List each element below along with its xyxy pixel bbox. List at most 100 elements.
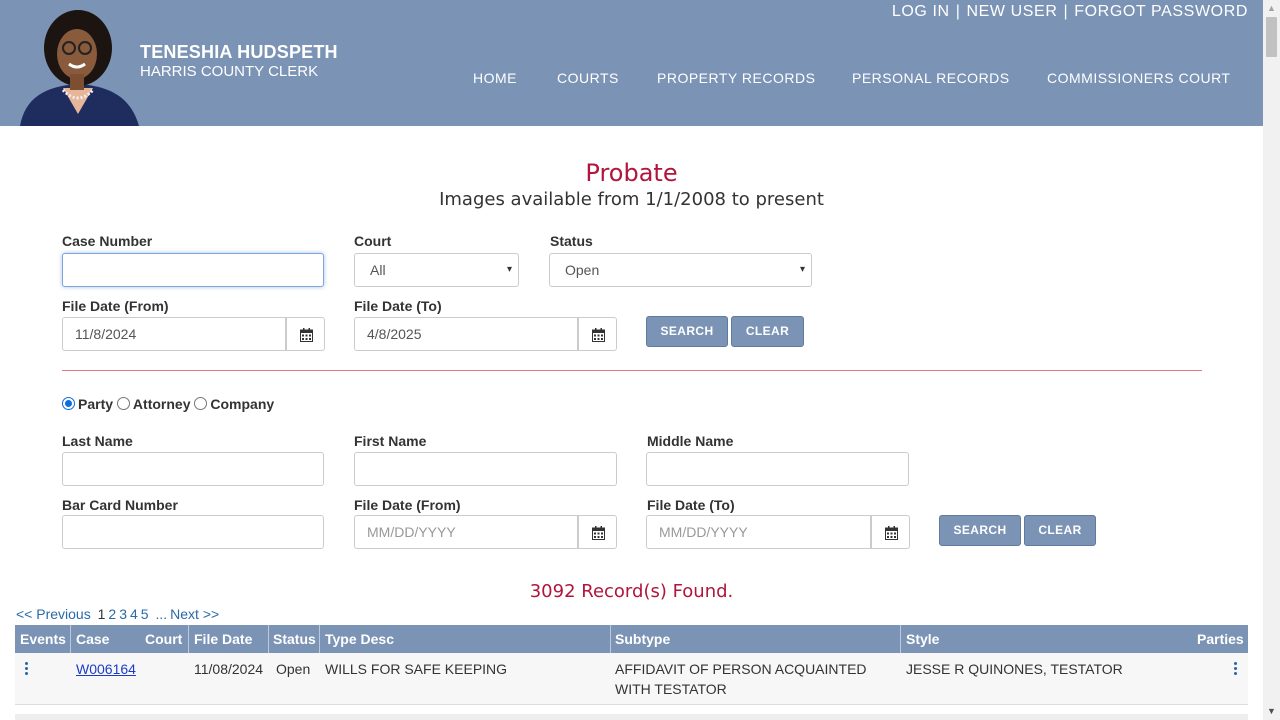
middle-name-label: Middle Name xyxy=(647,433,734,449)
column-divider xyxy=(900,625,901,653)
case-number-link[interactable]: W006164 xyxy=(76,661,136,677)
case-search-button[interactable]: SEARCH xyxy=(646,316,728,347)
calendar-icon xyxy=(885,526,898,540)
party-search-button[interactable]: SEARCH xyxy=(939,515,1021,546)
case-number-input[interactable] xyxy=(62,253,324,287)
events-kebab-menu-icon[interactable] xyxy=(25,662,29,677)
status-select[interactable]: Open ▾ xyxy=(549,253,812,287)
col-type-desc[interactable]: Type Desc xyxy=(325,631,394,647)
nav-commissioners-court[interactable]: COMMISSIONERS COURT xyxy=(1047,70,1230,86)
pagination: << Previous 12345 ... Next >> xyxy=(16,606,222,622)
party-file-date-from-label: File Date (From) xyxy=(354,497,461,513)
first-name-label: First Name xyxy=(354,433,427,449)
pager-next[interactable]: Next >> xyxy=(170,606,219,622)
col-court[interactable]: Court xyxy=(145,631,182,647)
login-link[interactable]: LOG IN xyxy=(892,3,950,20)
radio-party[interactable] xyxy=(62,397,75,410)
last-name-label: Last Name xyxy=(62,433,133,449)
court-select-value: All xyxy=(370,262,386,278)
party-clear-button[interactable]: CLEAR xyxy=(1024,515,1096,546)
col-status[interactable]: Status xyxy=(273,631,316,647)
pager-previous[interactable]: << Previous xyxy=(16,606,91,622)
site-header: TENESHIA HUDSPETH HARRIS COUNTY CLERK LO… xyxy=(0,0,1263,126)
page-title: Probate xyxy=(585,159,678,187)
middle-name-input[interactable] xyxy=(646,452,909,486)
results-table-header: Events Case Court File Date Status Type … xyxy=(15,625,1248,653)
account-links: LOG IN | NEW USER | FORGOT PASSWORD xyxy=(892,3,1248,21)
parties-kebab-menu-icon[interactable] xyxy=(1234,662,1238,677)
chevron-down-icon: ▾ xyxy=(506,264,512,275)
search-type-radios: Party Attorney Company xyxy=(62,396,274,412)
bar-card-input[interactable] xyxy=(62,515,324,549)
col-events[interactable]: Events xyxy=(20,631,66,647)
case-clear-button[interactable]: CLEAR xyxy=(731,316,804,347)
party-file-date-to-label: File Date (To) xyxy=(647,497,735,513)
file-date-from-label: File Date (From) xyxy=(62,298,169,314)
file-date-to-label: File Date (To) xyxy=(354,298,442,314)
page-subtitle: Images available from 1/1/2008 to presen… xyxy=(439,189,824,210)
scroll-down-arrow-icon[interactable]: ▼ xyxy=(1263,703,1280,720)
chevron-down-icon: ▾ xyxy=(799,264,805,275)
pager-page[interactable]: 5 xyxy=(141,606,149,622)
party-file-date-to-input[interactable]: MM/DD/YYYY xyxy=(646,515,871,549)
column-divider xyxy=(268,625,269,653)
pager-page[interactable]: 2 xyxy=(108,606,116,622)
column-divider xyxy=(188,625,189,653)
row-status: Open xyxy=(276,661,311,677)
pager-ellipsis: ... xyxy=(155,606,168,622)
case-number-label: Case Number xyxy=(62,233,153,249)
col-case[interactable]: Case xyxy=(76,631,109,647)
last-name-input[interactable] xyxy=(62,452,324,486)
calendar-button[interactable] xyxy=(578,317,617,351)
col-file-date[interactable]: File Date xyxy=(194,631,252,647)
calendar-button[interactable] xyxy=(286,317,325,351)
scroll-thumb[interactable] xyxy=(1266,17,1277,57)
clerk-portrait xyxy=(15,6,141,126)
file-date-from-input[interactable]: 11/8/2024 xyxy=(62,317,286,351)
first-name-input[interactable] xyxy=(354,452,617,486)
pager-page[interactable]: 3 xyxy=(119,606,127,622)
section-divider xyxy=(62,370,1202,371)
clerk-name: TENESHIA HUDSPETH xyxy=(140,42,338,62)
nav-personal-records[interactable]: PERSONAL RECORDS xyxy=(852,70,1010,86)
records-found-count: 3092 Record(s) Found. xyxy=(529,581,734,602)
forgot-password-link[interactable]: FORGOT PASSWORD xyxy=(1074,3,1248,20)
nav-property-records[interactable]: PROPERTY RECORDS xyxy=(657,70,815,86)
new-user-link[interactable]: NEW USER xyxy=(966,3,1057,20)
column-divider xyxy=(70,625,71,653)
nav-home[interactable]: HOME xyxy=(473,70,517,86)
party-file-date-from-input[interactable]: MM/DD/YYYY xyxy=(354,515,578,549)
calendar-icon xyxy=(300,328,313,342)
court-label: Court xyxy=(354,233,392,249)
date-placeholder: MM/DD/YYYY xyxy=(367,524,456,540)
calendar-button[interactable] xyxy=(871,515,910,549)
file-date-to-input[interactable]: 4/8/2025 xyxy=(354,317,578,351)
link-separator: | xyxy=(955,3,961,20)
bar-card-label: Bar Card Number xyxy=(62,497,178,513)
court-select[interactable]: All ▾ xyxy=(354,253,519,287)
col-parties: Parties xyxy=(1197,631,1244,647)
radio-attorney-label: Attorney xyxy=(132,396,191,412)
row-type-desc: WILLS FOR SAFE KEEPING xyxy=(325,661,508,677)
row-subtype-line2: WITH TESTATOR xyxy=(615,681,727,697)
column-divider xyxy=(319,625,320,653)
nav-courts[interactable]: COURTS xyxy=(557,70,619,86)
calendar-button[interactable] xyxy=(578,515,617,549)
pager-page[interactable]: 4 xyxy=(130,606,138,622)
row-subtype-line1: AFFIDAVIT OF PERSON ACQUAINTED xyxy=(615,661,867,677)
calendar-icon xyxy=(592,526,605,540)
vertical-scrollbar[interactable]: ▲ ▼ xyxy=(1263,0,1280,720)
column-divider xyxy=(610,625,611,653)
table-row: W006164 11/08/2024 Open WILLS FOR SAFE K… xyxy=(15,653,1248,705)
status-label: Status xyxy=(550,233,593,249)
status-select-value: Open xyxy=(565,262,600,278)
main-nav: HOME COURTS PROPERTY RECORDS PERSONAL RE… xyxy=(0,70,1263,88)
col-subtype[interactable]: Subtype xyxy=(615,631,670,647)
calendar-icon xyxy=(592,328,605,342)
table-row xyxy=(15,714,1248,720)
radio-attorney[interactable] xyxy=(116,397,130,410)
col-style[interactable]: Style xyxy=(906,631,939,647)
radio-company[interactable] xyxy=(194,397,208,410)
scroll-up-arrow-icon[interactable]: ▲ xyxy=(1263,0,1280,17)
link-separator: | xyxy=(1063,3,1069,20)
